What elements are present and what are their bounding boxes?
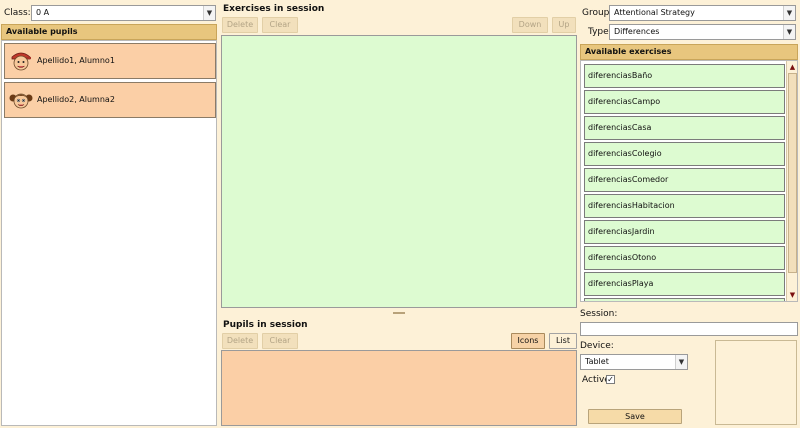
session-label: Session: xyxy=(580,309,618,319)
available-pupils-title: Available pupils xyxy=(6,27,78,36)
chevron-down-icon[interactable]: ▼ xyxy=(783,25,795,39)
pupil-name: Apellido1, Alumno1 xyxy=(37,56,115,65)
exercises-delete-button[interactable]: Delete xyxy=(222,17,258,33)
list-item[interactable]: diferenciasColegio xyxy=(584,142,785,166)
list-item[interactable]: diferenciasCasa xyxy=(584,116,785,140)
pupil-card[interactable]: Apellido2, Alumna2 xyxy=(4,82,216,118)
class-label: Class: xyxy=(4,8,31,18)
divider-grip-icon xyxy=(393,312,405,314)
pupil-card[interactable]: Apellido1, Alumno1 xyxy=(4,43,216,79)
chevron-down-icon[interactable]: ▼ xyxy=(203,6,215,20)
exercises-down-button[interactable]: Down xyxy=(512,17,548,33)
pupil-name: Apellido2, Alumna2 xyxy=(37,95,115,104)
class-select-value: 0 A xyxy=(36,8,50,17)
chevron-down-icon[interactable]: ▼ xyxy=(675,355,687,369)
save-button[interactable]: Save xyxy=(588,409,682,424)
checkmark-icon: ✓ xyxy=(607,375,614,384)
scroll-down-icon[interactable]: ▼ xyxy=(787,290,797,300)
girl-avatar-icon xyxy=(9,93,33,109)
scroll-up-icon[interactable]: ▲ xyxy=(787,62,797,72)
icons-view-button[interactable]: Icons xyxy=(511,333,545,349)
session-name-input[interactable] xyxy=(580,322,798,336)
list-item[interactable]: diferenciasBaño xyxy=(584,64,785,88)
pupils-in-session-area[interactable] xyxy=(221,350,577,426)
available-exercises-title: Available exercises xyxy=(585,47,672,56)
exercises-up-button[interactable]: Up xyxy=(552,17,576,33)
group-label: Group: xyxy=(582,8,613,18)
active-checkbox[interactable]: ✓ xyxy=(606,375,615,384)
list-view-button[interactable]: List xyxy=(549,333,577,349)
group-select-value: Attentional Strategy xyxy=(614,8,695,17)
available-pupils-header: Available pupils xyxy=(1,24,217,40)
list-item[interactable] xyxy=(584,298,785,301)
list-item[interactable]: diferenciasCampo xyxy=(584,90,785,114)
pupils-clear-button[interactable]: Clear xyxy=(262,333,298,349)
pupils-delete-button[interactable]: Delete xyxy=(222,333,258,349)
type-select[interactable]: Differences ▼ xyxy=(609,24,796,40)
device-image-preview xyxy=(715,340,797,425)
list-item[interactable]: diferenciasJardin xyxy=(584,220,785,244)
exercises-in-session-area[interactable] xyxy=(221,35,577,308)
exercises-clear-button[interactable]: Clear xyxy=(262,17,298,33)
list-item[interactable]: diferenciasPlaya xyxy=(584,272,785,296)
exercises-in-session-title: Exercises in session xyxy=(223,4,325,14)
pupils-in-session-title: Pupils in session xyxy=(223,320,308,330)
available-exercises-list[interactable]: diferenciasBaño diferenciasCampo diferen… xyxy=(580,60,798,302)
available-exercises-header: Available exercises xyxy=(580,44,798,60)
split-pane-divider[interactable] xyxy=(221,310,577,316)
boy-avatar-icon xyxy=(11,52,31,71)
list-item[interactable]: diferenciasComedor xyxy=(584,168,785,192)
list-item[interactable]: diferenciasHabitacion xyxy=(584,194,785,218)
chevron-down-icon[interactable]: ▼ xyxy=(783,6,795,20)
device-label: Device: xyxy=(580,341,614,351)
scrollbar-thumb[interactable] xyxy=(788,73,797,273)
group-select[interactable]: Attentional Strategy ▼ xyxy=(609,5,796,21)
exercises-scrollbar[interactable]: ▲ ▼ xyxy=(786,61,797,301)
class-select[interactable]: 0 A ▼ xyxy=(31,5,216,21)
list-item[interactable]: diferenciasOtono xyxy=(584,246,785,270)
type-select-value: Differences xyxy=(614,27,660,36)
device-select[interactable]: Tablet ▼ xyxy=(580,354,688,370)
device-select-value: Tablet xyxy=(585,357,609,366)
